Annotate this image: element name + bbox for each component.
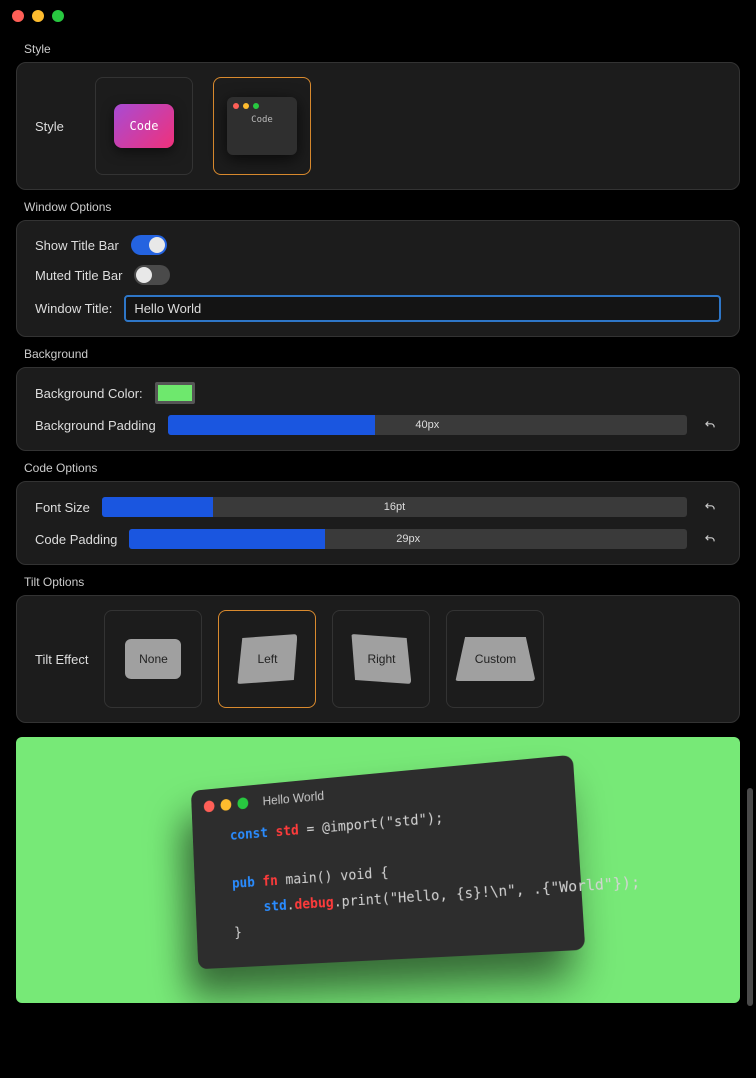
mini-red-icon: [233, 103, 239, 109]
font-size-slider[interactable]: 16pt: [102, 497, 687, 517]
style-option-window[interactable]: Code: [213, 77, 311, 175]
code-options-panel: Font Size 16pt Code Padding 29px: [16, 481, 740, 565]
mini-window-preview: Code: [227, 97, 297, 155]
tk: fn: [262, 873, 278, 890]
tilt-shape-none: None: [125, 639, 181, 679]
show-title-bar-label: Show Title Bar: [35, 238, 119, 253]
font-size-reset[interactable]: [699, 496, 721, 518]
close-icon[interactable]: [12, 10, 24, 22]
maximize-icon[interactable]: [52, 10, 64, 22]
undo-icon: [703, 500, 717, 514]
tilt-label-left: Left: [257, 652, 277, 666]
scrollbar[interactable]: [747, 788, 753, 1006]
tilt-option-left[interactable]: Left: [218, 610, 316, 708]
undo-icon: [703, 532, 717, 546]
tilt-option-right[interactable]: Right: [332, 610, 430, 708]
tk: = @import("std");: [298, 810, 444, 838]
code-padding-label: Code Padding: [35, 532, 117, 547]
preview-area: Hello World const std = @import("std"); …: [16, 737, 740, 1003]
section-label-window: Window Options: [24, 200, 740, 214]
show-title-bar-toggle[interactable]: [131, 235, 167, 255]
tilt-option-none[interactable]: None: [104, 610, 202, 708]
background-padding-value: 40px: [415, 419, 439, 431]
window-traffic-lights: [0, 0, 756, 32]
tilt-row-label: Tilt Effect: [35, 652, 88, 667]
section-label-style: Style: [24, 42, 740, 56]
section-label-code: Code Options: [24, 461, 740, 475]
tilt-option-custom[interactable]: Custom: [446, 610, 544, 708]
tk: const: [230, 825, 269, 844]
mini-code-label: Code: [251, 115, 273, 125]
code-pill-label: Code: [130, 119, 159, 133]
mini-yellow-icon: [243, 103, 249, 109]
window-options-panel: Show Title Bar Muted Title Bar Window Ti…: [16, 220, 740, 337]
tk: std: [263, 898, 287, 915]
font-size-label: Font Size: [35, 500, 90, 515]
section-label-background: Background: [24, 347, 740, 361]
tk: }: [234, 925, 242, 941]
background-color-swatch[interactable]: [155, 382, 195, 404]
code-padding-value: 29px: [396, 533, 420, 545]
mini-green-icon: [253, 103, 259, 109]
tilt-shape-custom: Custom: [455, 637, 535, 681]
tilt-shape-left: Left: [237, 634, 297, 684]
tk: std: [275, 823, 299, 840]
undo-icon: [703, 418, 717, 432]
style-option-gradient[interactable]: Code: [95, 77, 193, 175]
preview-close-icon: [204, 800, 215, 812]
background-color-label: Background Color:: [35, 386, 143, 401]
code-pill-preview: Code: [114, 104, 174, 148]
section-label-tilt: Tilt Options: [24, 575, 740, 589]
tilt-label-right: Right: [367, 652, 395, 666]
window-title-input[interactable]: [124, 295, 721, 322]
tilt-label-custom: Custom: [475, 652, 516, 666]
style-row-label: Style: [35, 119, 75, 134]
muted-title-bar-label: Muted Title Bar: [35, 268, 122, 283]
muted-title-bar-toggle[interactable]: [134, 265, 170, 285]
tilt-label-none: None: [139, 652, 168, 666]
preview-title: Hello World: [262, 788, 324, 808]
preview-minimize-icon: [220, 798, 231, 810]
tk: debug: [294, 894, 334, 912]
tilt-shape-right: Right: [351, 634, 411, 684]
style-panel: Style Code Code: [16, 62, 740, 190]
code-padding-slider[interactable]: 29px: [129, 529, 687, 549]
background-padding-reset[interactable]: [699, 414, 721, 436]
window-title-label: Window Title:: [35, 301, 112, 316]
preview-code-window: Hello World const std = @import("std"); …: [191, 755, 585, 969]
tk: pub: [232, 875, 255, 892]
background-panel: Background Color: Background Padding 40p…: [16, 367, 740, 451]
preview-maximize-icon: [237, 797, 248, 809]
font-size-value: 16pt: [384, 501, 405, 513]
tilt-panel: Tilt Effect None Left Right Custom: [16, 595, 740, 723]
background-padding-label: Background Padding: [35, 418, 156, 433]
tk: main() void {: [277, 865, 389, 889]
code-padding-reset[interactable]: [699, 528, 721, 550]
minimize-icon[interactable]: [32, 10, 44, 22]
background-padding-slider[interactable]: 40px: [168, 415, 687, 435]
